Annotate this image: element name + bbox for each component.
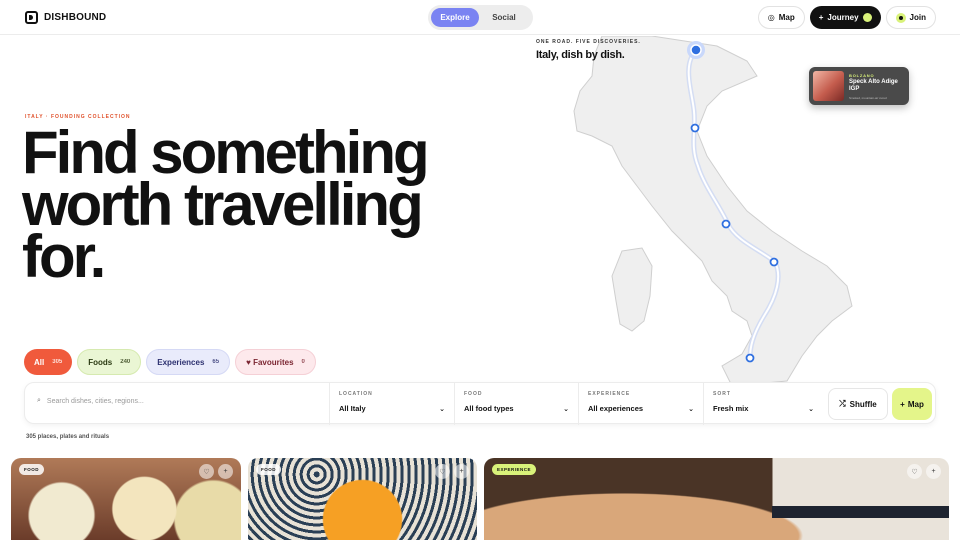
map-pin-icon: ◎ (767, 13, 775, 22)
brand-logo[interactable]: DISHBOUND (25, 11, 106, 24)
top-bar: DISHBOUND Explore Social ◎ Map + Journey… (0, 0, 960, 35)
chip-label: ♥ Favourites (246, 357, 294, 367)
filter-value-text: All food types (464, 404, 514, 413)
chip-experiences[interactable]: Experiences 65 (146, 349, 231, 375)
chip-count: 305 (52, 359, 63, 365)
filter-value-text: Fresh mix (713, 404, 749, 413)
hero-headline: Find something worth travelling for. (22, 119, 430, 290)
filter-label: LOCATION (339, 391, 373, 397)
plus-icon: + (900, 399, 905, 409)
card-actions: ♡ + (435, 464, 469, 479)
shuffle-button[interactable]: ⤮ Shuffle (828, 388, 888, 420)
header-actions: ◎ Map + Journey Join (757, 6, 936, 29)
filter-value: All experiences ⌄ (588, 404, 694, 413)
journey-button-label: Journey (827, 13, 859, 22)
category-chips: All 305 Foods 240 Experiences 65 ♥ Favou… (24, 349, 316, 375)
chevron-down-icon: ⌄ (439, 405, 445, 413)
join-dot-icon (895, 12, 906, 23)
chip-label: All (34, 357, 45, 367)
chip-label: Foods (88, 357, 113, 367)
filter-value: Fresh mix ⌄ (713, 404, 814, 413)
filter-value-text: All Italy (339, 404, 366, 413)
chevron-down-icon: ⌄ (688, 405, 694, 413)
heart-icon[interactable]: ♡ (435, 464, 450, 479)
map-view-button[interactable]: + Map (892, 388, 932, 420)
filter-value: All Italy ⌄ (339, 404, 445, 413)
chip-count: 65 (212, 359, 220, 365)
result-card[interactable]: FOOD ♡ + (248, 458, 477, 540)
food-select[interactable]: FOOD All food types ⌄ (454, 383, 578, 425)
search-input[interactable]: ⌕ Search dishes, cities, regions... (37, 397, 144, 405)
card-badge: FOOD (19, 464, 44, 475)
card-badge: FOOD (256, 464, 281, 475)
results-count: 305 places, plates and rituals (26, 434, 110, 440)
join-button[interactable]: Join (885, 6, 936, 29)
tab-social[interactable]: Social (479, 8, 529, 27)
card-badge: EXPERIENCE (492, 464, 537, 475)
tab-explore[interactable]: Explore (431, 8, 479, 27)
chevron-down-icon: ⌄ (563, 405, 569, 413)
search-filter-bar: ⌕ Search dishes, cities, regions... LOCA… (24, 382, 936, 425)
chip-favourites[interactable]: ♥ Favourites 0 (235, 349, 316, 375)
map-kicker: ONE ROAD. FIVE DISCOVERIES. (536, 39, 641, 45)
logo-icon (25, 11, 38, 24)
chevron-down-icon: ⌄ (808, 405, 814, 413)
filter-label: SORT (713, 391, 731, 397)
explore-social-toggle: Explore Social (428, 5, 533, 30)
card-actions: ♡ + (907, 464, 941, 479)
result-card[interactable]: FOOD ♡ + (11, 458, 241, 540)
shuffle-label: Shuffle (849, 399, 877, 409)
page: DISHBOUND Explore Social ◎ Map + Journey… (0, 0, 960, 540)
map-card-thumbnail (813, 71, 844, 101)
map-card-name: Speck Alto Adige IGP (849, 79, 898, 92)
chip-count: 0 (301, 359, 305, 365)
filter-value: All food types ⌄ (464, 404, 569, 413)
journey-indicator-icon (862, 13, 872, 22)
brand-name: DISHBOUND (44, 12, 107, 23)
route-stop-3 (721, 219, 731, 229)
filter-value-text: All experiences (588, 404, 644, 413)
sardinia (611, 247, 653, 332)
heart-icon[interactable]: ♡ (907, 464, 922, 479)
shuffle-icon: ⤮ (839, 399, 846, 408)
experience-select[interactable]: EXPERIENCE All experiences ⌄ (578, 383, 703, 425)
plus-icon: + (818, 13, 824, 22)
chip-all[interactable]: All 305 (24, 349, 73, 375)
route-stop-bolzano-core (690, 44, 702, 56)
result-card[interactable]: EXPERIENCE ♡ + (484, 458, 949, 540)
add-icon[interactable]: + (926, 464, 941, 479)
location-select[interactable]: LOCATION All Italy ⌄ (329, 383, 454, 425)
route-stop-5 (745, 353, 755, 363)
journey-button[interactable]: + Journey (809, 6, 881, 29)
add-icon[interactable]: + (218, 464, 233, 479)
sort-select[interactable]: SORT Fresh mix ⌄ (703, 383, 823, 425)
map-card-subtitle: Smoked, mountain-air cured (849, 96, 887, 100)
filter-label: FOOD (464, 391, 483, 397)
map-button-label: Map (778, 13, 795, 22)
filter-label: EXPERIENCE (588, 391, 631, 397)
route-stop-4 (769, 257, 779, 267)
search-icon: ⌕ (37, 397, 41, 404)
route-stop-2 (690, 123, 700, 133)
map-view-label: Map (907, 399, 924, 409)
add-icon[interactable]: + (454, 464, 469, 479)
card-actions: ♡ + (199, 464, 233, 479)
chip-count: 240 (120, 359, 131, 365)
join-button-label: Join (909, 13, 926, 22)
map-popup-card[interactable]: BOLZANO Speck Alto Adige IGP Smoked, mou… (809, 67, 909, 105)
chip-foods[interactable]: Foods 240 (77, 349, 142, 375)
map-card-body: BOLZANO Speck Alto Adige IGP Smoked, mou… (849, 71, 905, 101)
map-title: Italy, dish by dish. (536, 49, 625, 61)
heart-icon[interactable]: ♡ (199, 464, 214, 479)
chip-label: Experiences (157, 357, 205, 367)
map-card-tag: BOLZANO (849, 73, 875, 78)
search-placeholder: Search dishes, cities, regions... (46, 397, 144, 405)
map-button[interactable]: ◎ Map (757, 6, 805, 29)
